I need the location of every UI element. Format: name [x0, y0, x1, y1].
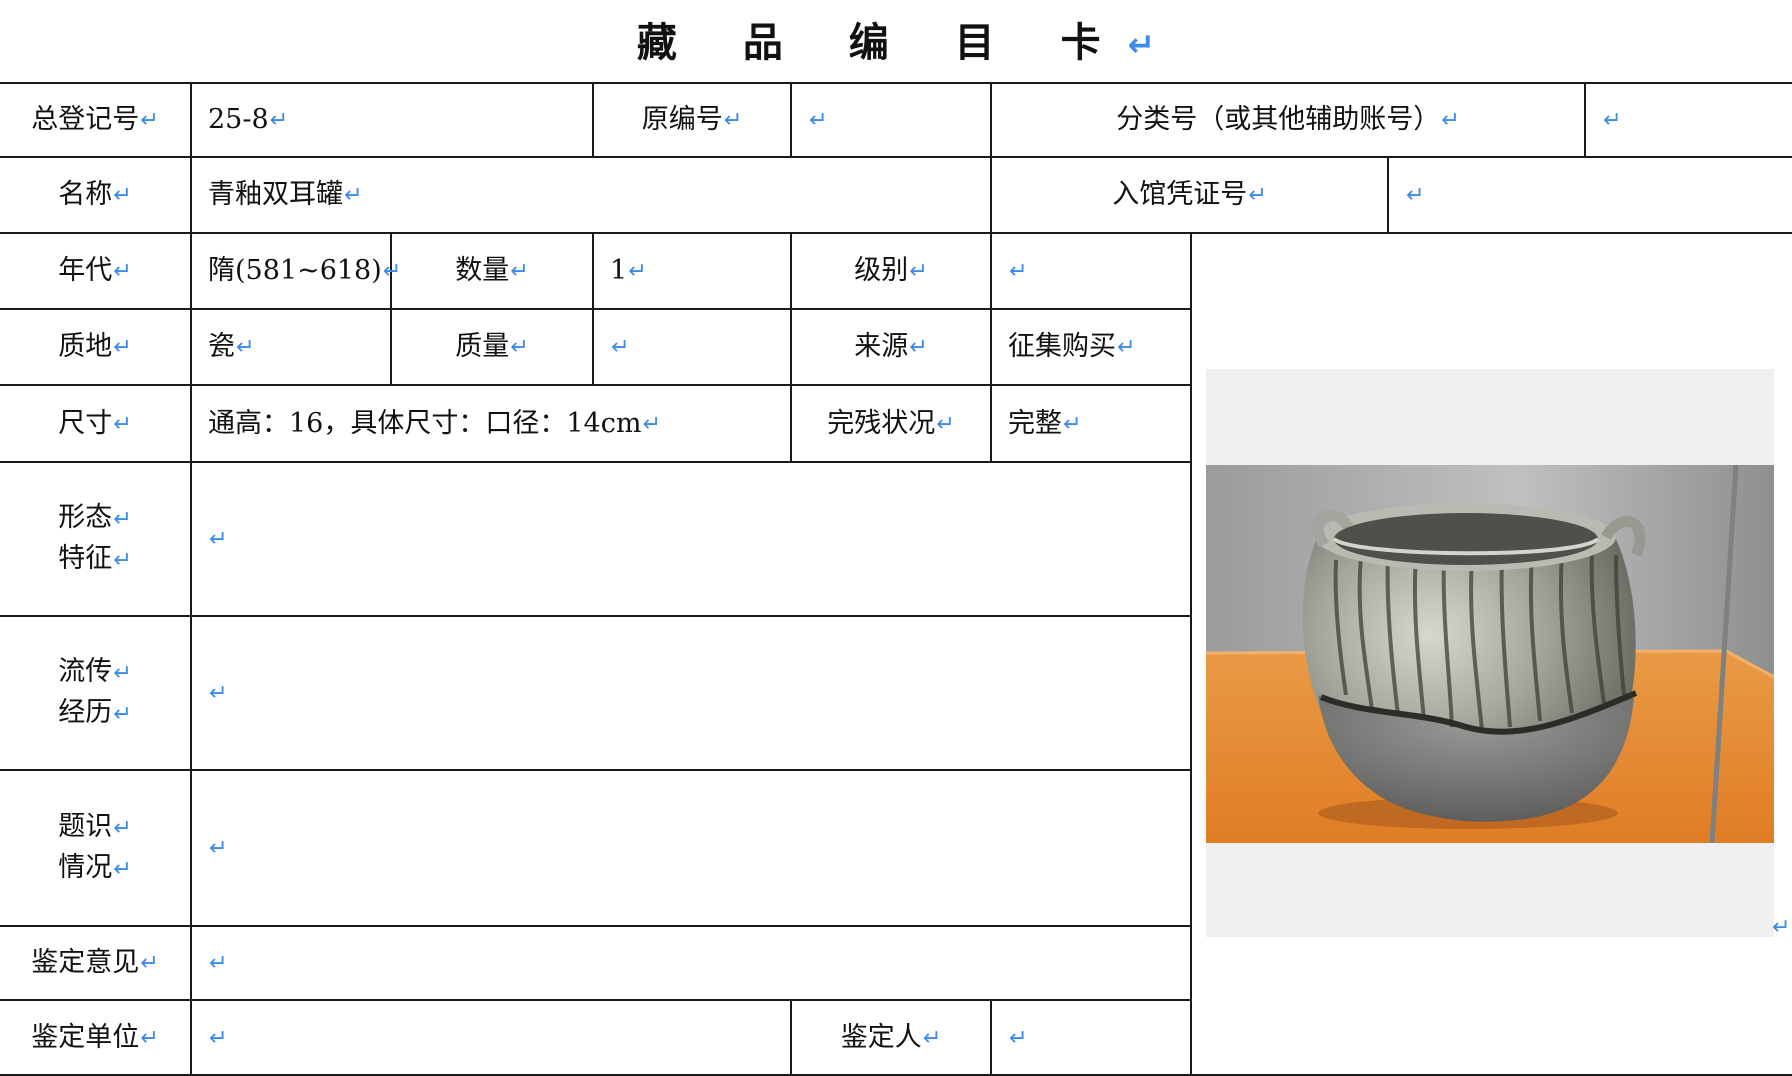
condition-label: 完残状况 ↵ — [827, 407, 955, 439]
era-value[interactable]: 隋(581~618) ↵ — [192, 234, 401, 308]
level-value[interactable]: ↵ — [992, 234, 1190, 308]
photo-return-mark: ↵ — [1772, 915, 1791, 940]
quantity-value[interactable]: 1 ↵ — [594, 234, 790, 308]
orig-no-value[interactable]: ↵ — [792, 84, 990, 156]
appraiser-label: 鉴定人 ↵ — [840, 1021, 942, 1053]
inscription-label: 题识↵ 情况↵ — [58, 811, 132, 883]
material-label: 质地 ↵ — [58, 331, 132, 362]
mass-value[interactable]: ↵ — [594, 310, 790, 384]
history-label: 流传↵ 经历↵ — [58, 656, 132, 728]
unit-label: 鉴定单位 ↵ — [31, 1021, 159, 1053]
voucher-label: 入馆凭证号 ↵ — [1112, 179, 1267, 210]
source-label: 来源 ↵ — [854, 331, 928, 362]
card-title: 藏 品 编 目 卡↵ — [636, 20, 1156, 66]
form-value[interactable]: ↵ — [192, 463, 1190, 615]
orig-no-label: 原编号 ↵ — [641, 104, 743, 135]
level-label: 级别 ↵ — [854, 255, 928, 286]
source-value[interactable]: 征集购买 ↵ — [992, 310, 1190, 384]
jar-image — [1206, 465, 1774, 843]
reg-no-label: 总登记号 ↵ — [31, 104, 159, 135]
appraiser-value[interactable]: ↵ — [992, 1001, 1190, 1074]
opinion-value[interactable]: ↵ — [192, 927, 1190, 999]
name-label: 名称 ↵ — [58, 179, 132, 210]
voucher-value[interactable]: ↵ — [1389, 158, 1792, 232]
unit-value[interactable]: ↵ — [192, 1001, 790, 1074]
class-no-label: 分类号（或其他辅助账号） ↵ — [1116, 104, 1460, 135]
reg-no-value[interactable]: 25-8 ↵ — [192, 84, 592, 156]
form-label: 形态↵ 特征↵ — [58, 502, 132, 574]
history-value[interactable]: ↵ — [192, 617, 1190, 769]
size-label: 尺寸 ↵ — [58, 407, 132, 439]
class-no-value[interactable]: ↵ — [1586, 84, 1792, 156]
inscription-value[interactable]: ↵ — [192, 771, 1190, 925]
catalog-card: 藏 品 编 目 卡↵ 总登记号 ↵ 25-8 ↵ 原编号 ↵ ↵ 分类号（或其他辅助账… — [0, 0, 1792, 1076]
opinion-label: 鉴定意见 ↵ — [31, 947, 159, 978]
quantity-label: 数量 ↵ — [455, 255, 529, 286]
mass-label: 质量 ↵ — [455, 331, 529, 362]
material-value[interactable]: 瓷 ↵ — [192, 310, 390, 384]
size-value[interactable]: 通高：16，具体尺寸：口径：14cm ↵ — [192, 386, 790, 461]
artifact-photo — [1206, 465, 1774, 843]
name-value[interactable]: 青釉双耳罐 ↵ — [192, 158, 990, 232]
era-label: 年代 ↵ — [58, 255, 132, 286]
condition-value[interactable]: 完整 ↵ — [992, 386, 1190, 461]
